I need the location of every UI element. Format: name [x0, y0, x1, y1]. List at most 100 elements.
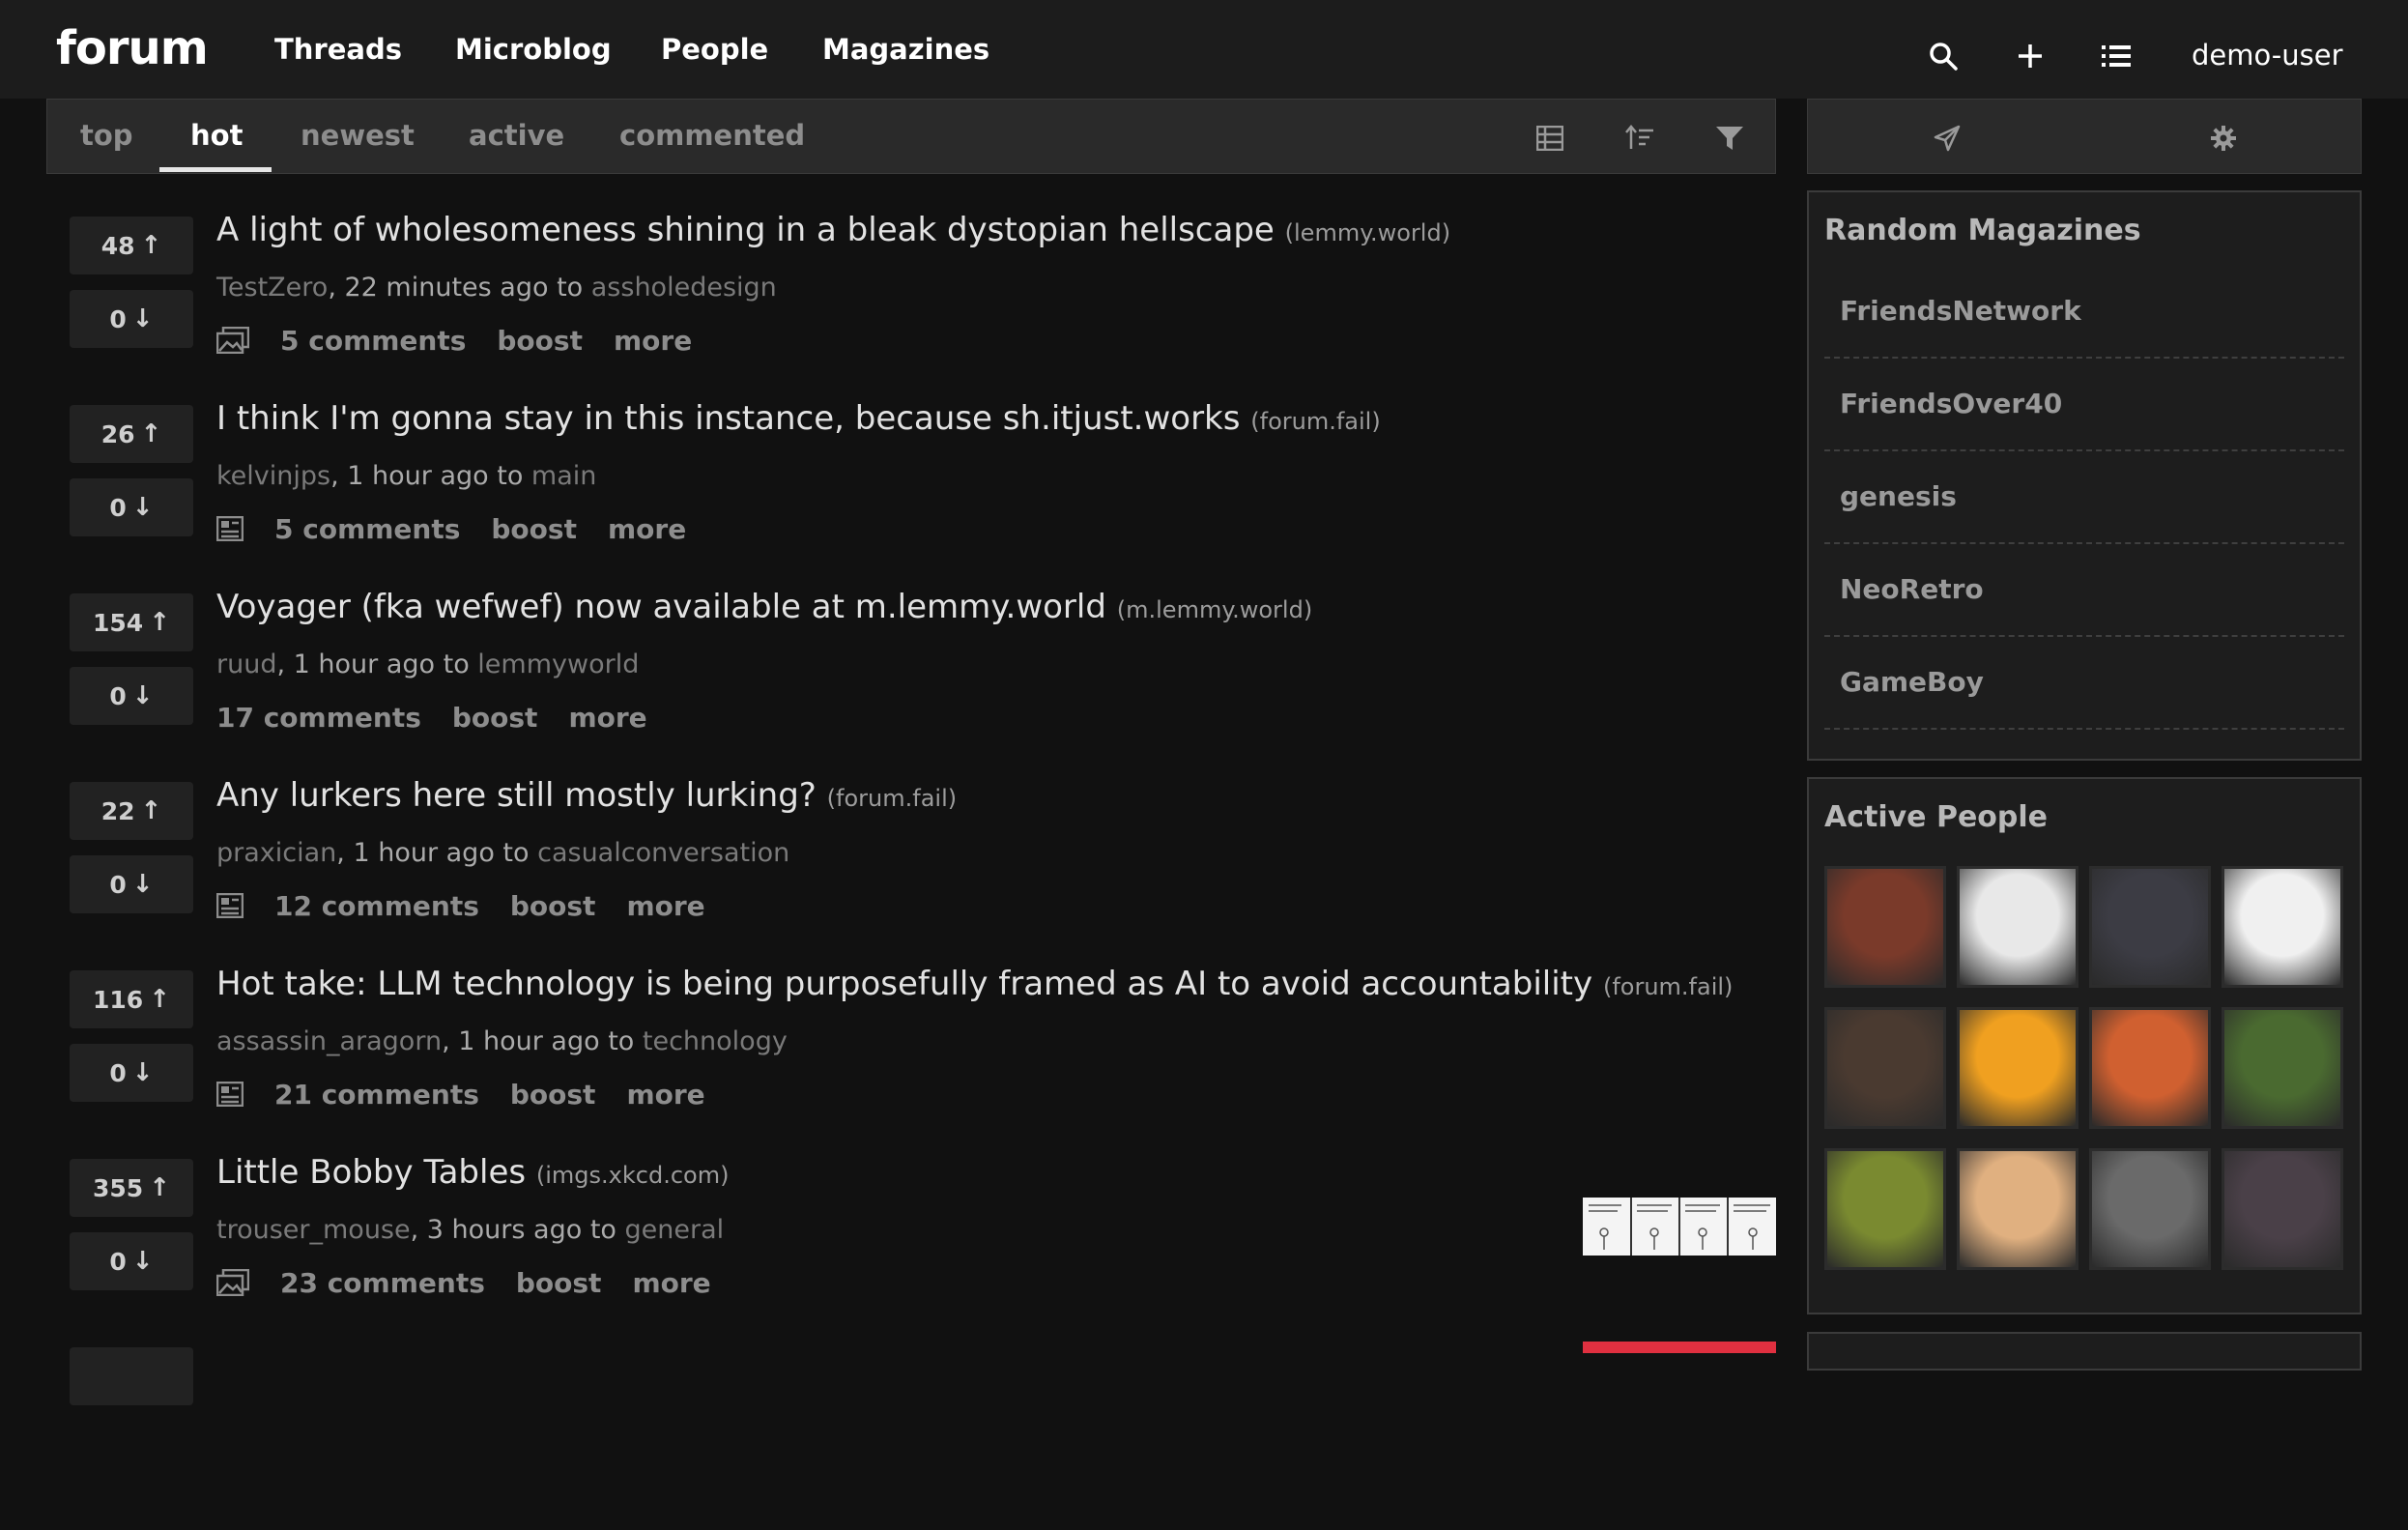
magazine-name[interactable]: GameBoy: [1840, 666, 1984, 698]
tab-top[interactable]: top: [80, 119, 133, 152]
list-icon[interactable]: [2097, 37, 2136, 75]
comments-link[interactable]: 12 comments: [274, 890, 479, 922]
post-author[interactable]: assassin_aragorn: [216, 1026, 442, 1056]
downvote-button[interactable]: 0 ↓: [70, 667, 193, 725]
site-logo[interactable]: forum: [56, 21, 209, 75]
post-magazine[interactable]: technology: [643, 1026, 788, 1056]
magazine-link[interactable]: FriendsNetwork: [1824, 266, 2344, 359]
nav-microblog[interactable]: Microblog: [455, 33, 612, 66]
downvote-button[interactable]: 0 ↓: [70, 478, 193, 536]
post-title[interactable]: A light of wholesomeness shining in a bl…: [216, 211, 1275, 249]
post-domain[interactable]: (imgs.xkcd.com): [536, 1162, 730, 1189]
post-magazine[interactable]: main: [531, 461, 596, 491]
post-magazine[interactable]: assholedesign: [591, 273, 777, 303]
nav-magazines[interactable]: Magazines: [822, 33, 989, 66]
user-avatar[interactable]: [1957, 1148, 2078, 1270]
post-domain[interactable]: (forum.fail): [827, 785, 957, 812]
downvote-button[interactable]: 0 ↓: [70, 855, 193, 913]
user-avatar[interactable]: [2089, 1148, 2211, 1270]
magazine-name[interactable]: FriendsOver40: [1840, 388, 2062, 419]
user-avatar[interactable]: [2089, 1007, 2211, 1129]
post-thumbnail[interactable]: [1583, 1198, 1776, 1256]
boost-button[interactable]: boost: [516, 1267, 602, 1299]
post-author[interactable]: kelvinjps: [216, 461, 330, 491]
user-avatar[interactable]: [2089, 866, 2211, 988]
post-domain[interactable]: (m.lemmy.world): [1117, 596, 1312, 623]
user-avatar[interactable]: [2222, 1007, 2343, 1129]
post-title[interactable]: Any lurkers here still mostly lurking?: [216, 776, 817, 815]
magazine-link[interactable]: GameBoy: [1824, 637, 2344, 730]
post-domain[interactable]: (forum.fail): [1250, 408, 1380, 435]
tab-active[interactable]: active: [469, 119, 564, 152]
magazine-link[interactable]: NeoRetro: [1824, 544, 2344, 637]
post-thumbnail[interactable]: [1583, 1342, 1776, 1353]
post-magazine[interactable]: casualconversation: [537, 838, 789, 868]
boost-button[interactable]: boost: [510, 890, 596, 922]
upvote-button[interactable]: 22 ↑: [70, 782, 193, 840]
user-avatar[interactable]: [1824, 1148, 1946, 1270]
magazine-link[interactable]: FriendsOver40: [1824, 359, 2344, 451]
gear-icon[interactable]: [2204, 119, 2243, 158]
user-avatar[interactable]: [1824, 1007, 1946, 1129]
upvote-button[interactable]: [70, 1347, 193, 1405]
add-icon[interactable]: [2011, 37, 2050, 75]
comments-link[interactable]: 21 comments: [274, 1079, 479, 1111]
user-menu[interactable]: demo-user: [2192, 39, 2343, 72]
post-magazine[interactable]: general: [625, 1215, 725, 1245]
magazine-link[interactable]: genesis: [1824, 451, 2344, 544]
more-button[interactable]: more: [614, 325, 692, 357]
boost-button[interactable]: boost: [452, 702, 538, 734]
downvote-button[interactable]: 0 ↓: [70, 1232, 193, 1290]
comments-link[interactable]: 17 comments: [216, 702, 421, 734]
nav-threads[interactable]: Threads: [274, 33, 402, 66]
magazine-name[interactable]: genesis: [1840, 480, 1957, 512]
post-author[interactable]: trouser_mouse: [216, 1215, 411, 1245]
user-avatar[interactable]: [1957, 1007, 2078, 1129]
post-title[interactable]: Hot take: LLM technology is being purpos…: [216, 965, 1592, 1003]
send-icon[interactable]: [1928, 119, 1966, 158]
magazine-name[interactable]: FriendsNetwork: [1840, 295, 2081, 327]
tab-commented[interactable]: commented: [619, 119, 805, 152]
post-title[interactable]: Voyager (fka wefwef) now available at m.…: [216, 588, 1106, 626]
sort-icon[interactable]: [1620, 119, 1659, 158]
search-icon[interactable]: [1924, 37, 1963, 75]
boost-button[interactable]: boost: [510, 1079, 596, 1111]
post-domain[interactable]: (lemmy.world): [1285, 219, 1450, 246]
more-button[interactable]: more: [632, 1267, 710, 1299]
upvote-button[interactable]: 154 ↑: [70, 593, 193, 651]
filter-icon[interactable]: [1710, 119, 1749, 158]
boost-button[interactable]: boost: [491, 513, 577, 545]
magazine-name[interactable]: NeoRetro: [1840, 573, 1984, 605]
user-avatar[interactable]: [2222, 1148, 2343, 1270]
comments-link[interactable]: 5 comments: [274, 513, 460, 545]
upvote-button[interactable]: 116 ↑: [70, 970, 193, 1028]
post-title[interactable]: Little Bobby Tables: [216, 1153, 526, 1192]
nav-people[interactable]: People: [661, 33, 768, 66]
downvote-button[interactable]: 0 ↓: [70, 1044, 193, 1102]
boost-button[interactable]: boost: [497, 325, 583, 357]
user-avatar[interactable]: [1824, 866, 1946, 988]
user-avatar[interactable]: [2222, 866, 2343, 988]
post-author[interactable]: ruud: [216, 650, 276, 679]
post-domain[interactable]: (forum.fail): [1603, 973, 1733, 1000]
more-button[interactable]: more: [626, 890, 704, 922]
upvote-button[interactable]: 48 ↑: [70, 217, 193, 274]
post-title[interactable]: I think I'm gonna stay in this instance,…: [216, 399, 1240, 438]
downvote-button[interactable]: 0 ↓: [70, 290, 193, 348]
user-avatar[interactable]: [1957, 866, 2078, 988]
upvote-button[interactable]: 355 ↑: [70, 1159, 193, 1217]
article-icon: [216, 893, 244, 918]
more-button[interactable]: more: [608, 513, 686, 545]
upvote-button[interactable]: 26 ↑: [70, 405, 193, 463]
view-layout-icon[interactable]: [1531, 119, 1569, 158]
tab-hot[interactable]: hot: [190, 119, 243, 152]
tab-newest[interactable]: newest: [301, 119, 415, 152]
comments-link[interactable]: 23 comments: [280, 1267, 485, 1299]
more-button[interactable]: more: [626, 1079, 704, 1111]
comments-link[interactable]: 5 comments: [280, 325, 466, 357]
post-magazine[interactable]: lemmyworld: [477, 650, 639, 679]
more-button[interactable]: more: [568, 702, 646, 734]
post-author[interactable]: TestZero: [216, 273, 328, 303]
post-item: 26 ↑ 0 ↓ I think I'm gonna stay in this in…: [0, 399, 1778, 588]
post-author[interactable]: praxician: [216, 838, 336, 868]
